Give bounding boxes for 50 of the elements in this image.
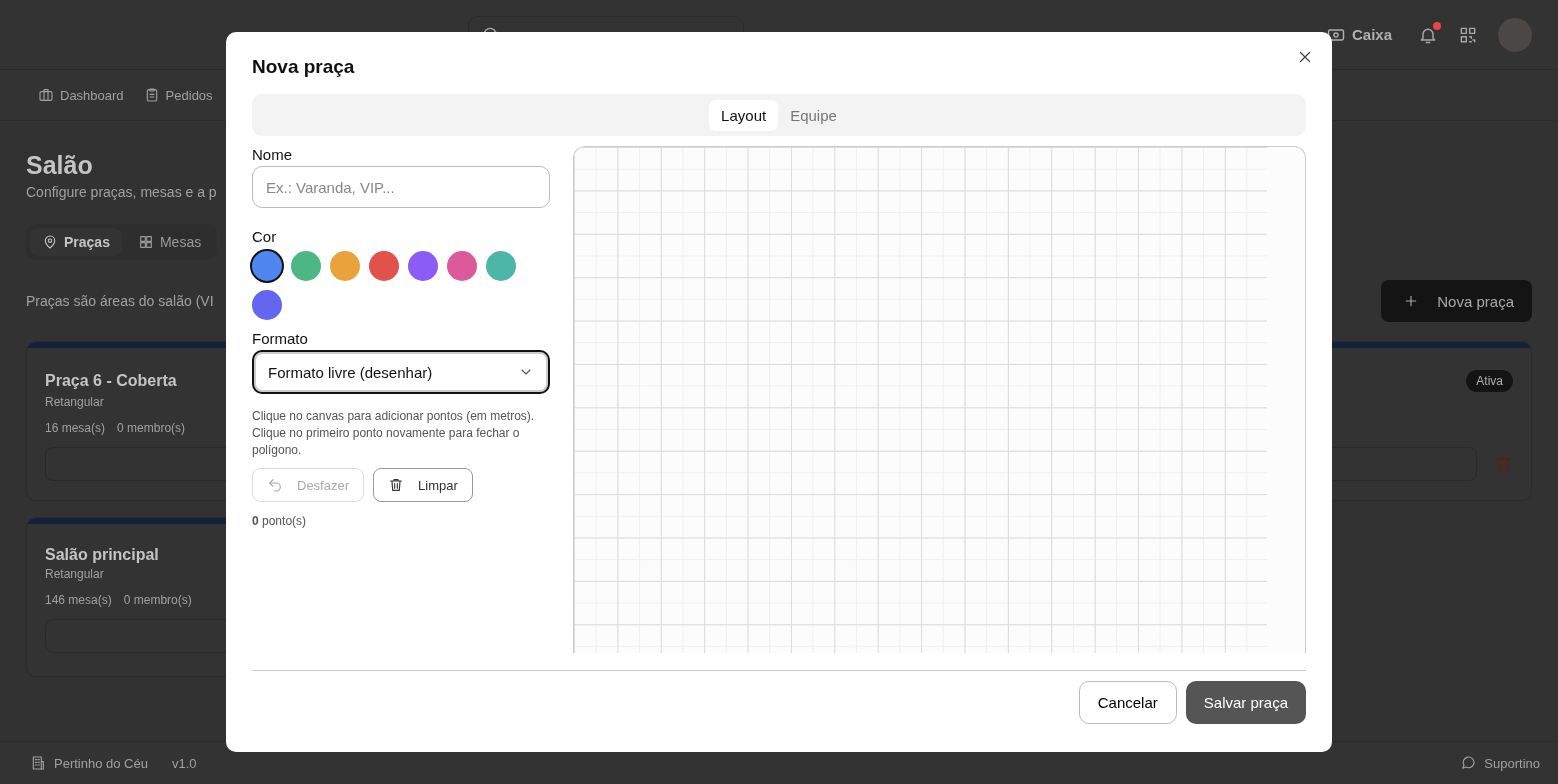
undo-icon — [267, 477, 283, 493]
trash-icon — [388, 477, 405, 493]
nav-link[interactable]: Dashboard — [38, 87, 124, 103]
name-input[interactable]: Ex.: Varanda, VIP... — [252, 166, 550, 208]
shape-select[interactable]: Formato livre (desenhar) — [252, 350, 550, 394]
tab[interactable]: Equipe — [778, 99, 849, 131]
color-swatch[interactable] — [252, 251, 282, 281]
building-icon — [30, 755, 46, 771]
color-swatch[interactable] — [447, 251, 477, 281]
color-swatch[interactable] — [252, 290, 282, 320]
new-area-button[interactable]: Nova praça — [1381, 280, 1532, 322]
tab[interactable]: Layout — [709, 99, 779, 131]
page-title: Salão — [26, 151, 93, 180]
color-swatch[interactable] — [369, 251, 399, 281]
member-count: 0 membro(s) — [117, 421, 186, 435]
description-text: Praças são áreas do salão (VI — [26, 293, 214, 309]
tab[interactable]: Praças — [30, 228, 122, 256]
tab[interactable]: Mesas — [125, 228, 214, 256]
clear-button[interactable]: Limpar — [373, 468, 473, 502]
cash-button[interactable]: Caixa — [1319, 23, 1398, 46]
color-swatch[interactable] — [291, 251, 321, 281]
shape-label: Retangular — [45, 567, 104, 581]
dialog-title: Nova praça — [252, 56, 355, 78]
notification-bell-icon[interactable] — [1418, 24, 1438, 45]
page-subtitle: Configure praças, mesas e a p — [26, 184, 217, 200]
color-swatch[interactable] — [408, 251, 438, 281]
chat-bubble-icon — [1460, 755, 1477, 771]
save-button[interactable]: Salvar praça — [1185, 681, 1306, 724]
version-label: v1.0 — [171, 755, 197, 771]
brand-name: Pertinho do Céu — [30, 755, 148, 771]
cancel-button[interactable]: Cancelar — [1078, 681, 1177, 724]
color-swatch[interactable] — [486, 251, 516, 281]
briefcase-icon — [38, 87, 54, 103]
hint-text: Clique no canvas para adicionar pontos (em metros). Clique no primeiro ponto novamente para fechar o polígono. — [252, 408, 536, 459]
nav-link[interactable]: Pedidos — [143, 87, 213, 103]
table-count: 146 mesa(s) — [45, 593, 112, 607]
support-link[interactable]: Suportino — [1460, 755, 1540, 771]
color-swatch[interactable] — [330, 251, 360, 281]
field-label: Cor — [252, 228, 277, 245]
area-name: Praça 6 - Coberta — [45, 372, 177, 390]
grid-icon — [137, 234, 154, 250]
status-badge: Ativa — [1466, 370, 1513, 392]
field-label: Formato — [252, 330, 308, 347]
table-count: 16 mesa(s) — [45, 421, 106, 435]
shape-label: Retangular — [45, 395, 104, 409]
area-name: Salão principal — [45, 546, 159, 564]
map-pin-icon — [42, 234, 58, 250]
field-label: Nome — [252, 146, 292, 163]
member-count: 0 membro(s) — [123, 593, 192, 607]
point-count: 0 ponto(s) — [252, 514, 307, 528]
